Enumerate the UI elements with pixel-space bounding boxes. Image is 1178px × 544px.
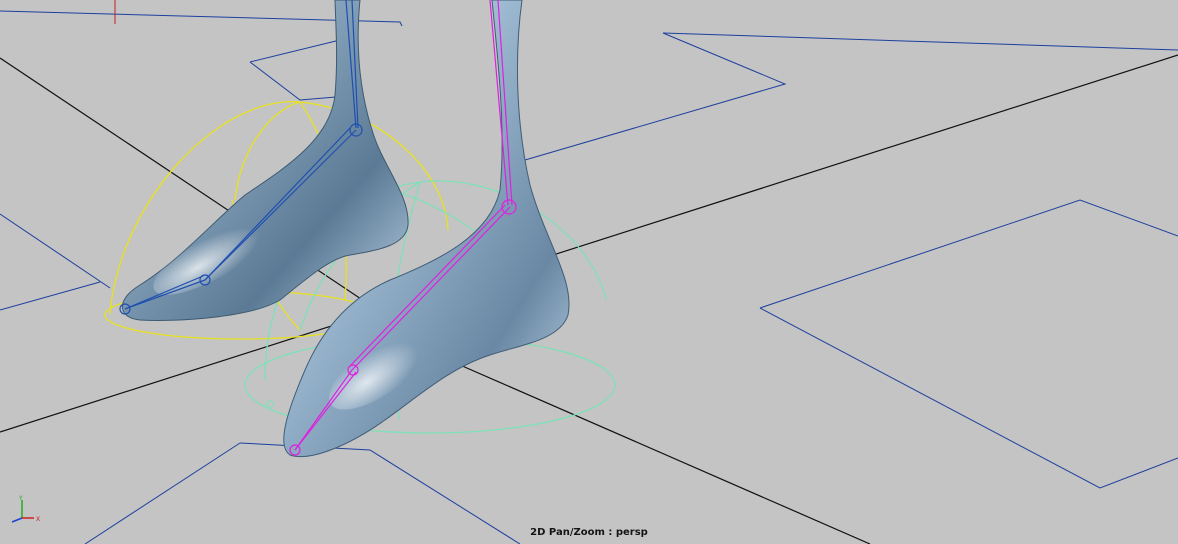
y-axis-label: Y xyxy=(18,495,23,502)
scene-canvas[interactable] xyxy=(0,0,1178,544)
persp-viewport[interactable]: Y X 2D Pan/Zoom : persp xyxy=(0,0,1178,544)
left-foot-mesh xyxy=(121,0,409,321)
axis-gizmo: Y X xyxy=(11,495,40,523)
x-axis-label: X xyxy=(36,516,40,523)
hud-camera-label: 2D Pan/Zoom : persp xyxy=(530,527,648,538)
pivot-marker xyxy=(266,400,274,408)
z-axis-line xyxy=(11,517,23,523)
